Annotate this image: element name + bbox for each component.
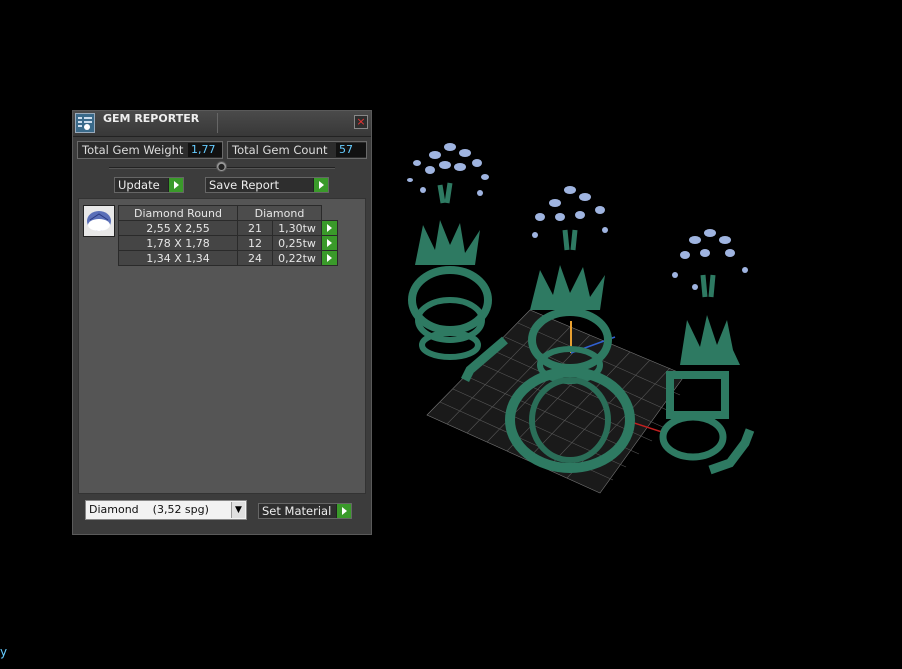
- update-button-label: Update: [118, 178, 160, 192]
- header-gem-shape: Diamond Round: [118, 205, 238, 221]
- row-action: [321, 235, 338, 251]
- gem-table-header-row: Diamond Round Diamond: [118, 205, 338, 221]
- row-count: 21: [237, 220, 273, 236]
- row-weight-text: 1,30tw: [278, 221, 316, 235]
- total-gem-weight-label: Total Gem Weight: [82, 143, 184, 157]
- table-row: 1,34 X 1,34 24 0,22tw: [118, 250, 338, 266]
- row-action: [321, 250, 338, 266]
- update-button[interactable]: Update: [114, 177, 184, 193]
- play-arrow-icon: [168, 178, 183, 192]
- row-weight-text: 0,25tw: [278, 236, 316, 250]
- play-arrow-icon: [313, 178, 328, 192]
- save-report-button-label: Save Report: [209, 178, 280, 192]
- row-weight: 0,22tw: [272, 250, 322, 266]
- total-gem-count-value: 57: [336, 143, 366, 157]
- total-gem-count-label: Total Gem Count: [232, 143, 328, 157]
- 3d-viewport[interactable]: [395, 125, 770, 500]
- set-material-button-label: Set Material: [262, 504, 332, 518]
- row-weight: 0,25tw: [272, 235, 322, 251]
- row-select-arrow-icon[interactable]: [322, 221, 337, 235]
- play-arrow-icon: [336, 504, 351, 518]
- corner-text: y: [0, 645, 8, 659]
- row-size: 2,55 X 2,55: [118, 220, 238, 236]
- row-size: 1,78 X 1,78: [118, 235, 238, 251]
- row-weight: 1,30tw: [272, 220, 322, 236]
- header-gem-material: Diamond: [237, 205, 322, 221]
- chevron-down-icon[interactable]: ▼: [231, 502, 245, 518]
- row-weight-text: 0,22tw: [278, 251, 316, 265]
- diamond-round-thumbnail[interactable]: [83, 205, 115, 237]
- splitter-knob-icon[interactable]: ●: [216, 161, 227, 172]
- viewport-scene: [407, 143, 755, 494]
- row-action: [321, 220, 338, 236]
- gem-reporter-app-icon: [75, 113, 95, 133]
- row-select-arrow-icon[interactable]: [322, 251, 337, 265]
- right-ring-model: [659, 229, 755, 475]
- table-row: 2,55 X 2,55 21 1,30tw: [118, 220, 338, 236]
- row-count: 24: [237, 250, 273, 266]
- gem-table: Diamond Round Diamond 2,55 X 2,55 21 1,3…: [118, 205, 338, 266]
- gem-reporter-panel: GEM REPORTER × Total Gem Weight 1,77 Tot…: [72, 110, 372, 535]
- gem-list-area: Diamond Round Diamond 2,55 X 2,55 21 1,3…: [78, 198, 366, 494]
- left-ring-model: [407, 143, 508, 383]
- material-select-value: Diamond (3,52 spg): [89, 503, 209, 516]
- total-gem-weight-value: 1,77: [188, 143, 222, 157]
- total-gem-weight-box: Total Gem Weight 1,77: [77, 141, 223, 159]
- total-gem-count-box: Total Gem Count 57: [227, 141, 367, 159]
- panel-title: GEM REPORTER: [103, 112, 200, 125]
- row-select-arrow-icon[interactable]: [322, 236, 337, 250]
- row-count: 12: [237, 235, 273, 251]
- material-select[interactable]: Diamond (3,52 spg) ▼: [85, 500, 247, 520]
- set-material-button[interactable]: Set Material: [258, 503, 352, 519]
- table-row: 1,78 X 1,78 12 0,25tw: [118, 235, 338, 251]
- title-divider: [217, 113, 218, 133]
- save-report-button[interactable]: Save Report: [205, 177, 329, 193]
- close-button[interactable]: ×: [354, 115, 368, 129]
- panel-titlebar[interactable]: GEM REPORTER ×: [73, 111, 371, 137]
- row-size: 1,34 X 1,34: [118, 250, 238, 266]
